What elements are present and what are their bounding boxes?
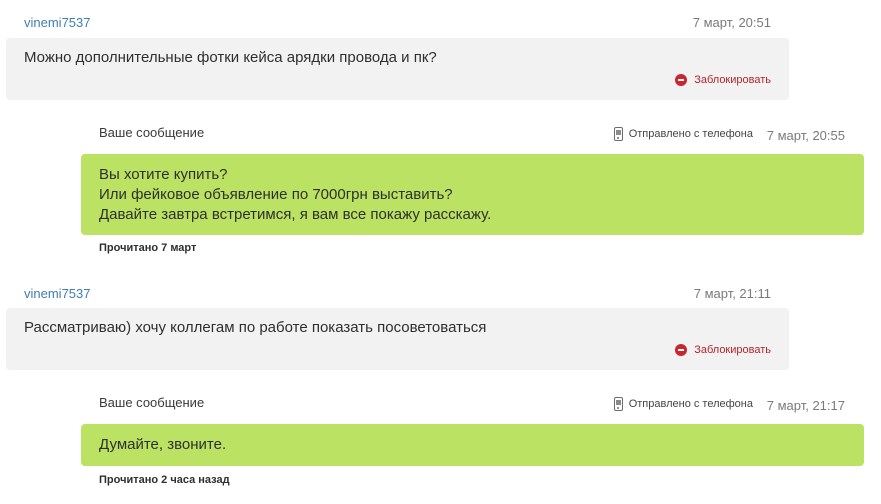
block-label: Заблокировать [694, 74, 771, 86]
message-time: 7 март, 21:17 [766, 398, 845, 413]
message-line: Вы хотите купить? [99, 166, 228, 183]
message-time: 7 март, 21:11 [693, 286, 771, 301]
phone-icon [613, 397, 623, 411]
read-status: Прочитано 7 март [99, 242, 197, 254]
sender-username[interactable]: vinemi7537 [24, 15, 91, 30]
outgoing-message: Думайте, звоните. [81, 424, 864, 466]
message-time: 7 март, 20:55 [766, 128, 845, 143]
outgoing-message: Вы хотите купить? Или фейковое объявлени… [81, 154, 864, 235]
message-text: Вы хотите купить? Или фейковое объявлени… [99, 165, 491, 225]
your-message-label: Ваше сообщение [99, 125, 205, 140]
sent-from-phone: Отправлено с телефона [613, 397, 753, 411]
sent-from-label: Отправлено с телефона [628, 128, 753, 140]
sender-username[interactable]: vinemi7537 [24, 286, 91, 301]
sent-from-phone: Отправлено с телефона [613, 127, 753, 141]
incoming-message: Рассматриваю) хочу коллегам по работе по… [6, 308, 789, 370]
message-line: Думайте, звоните. [99, 436, 227, 453]
message-line: Давайте завтра встретимся, я вам все пок… [99, 206, 492, 223]
message-time: 7 март, 20:51 [692, 15, 771, 30]
chat-thread: vinemi7537 7 март, 20:51 Можно дополните… [0, 0, 881, 504]
incoming-message: Можно дополнительные фотки кейса арядки … [6, 38, 789, 100]
read-status: Прочитано 2 часа назад [99, 474, 230, 486]
message-text: Рассматриваю) хочу коллегам по работе по… [24, 319, 487, 336]
phone-icon [613, 127, 623, 141]
block-user-button[interactable]: Заблокировать [675, 74, 771, 86]
sent-from-label: Отправлено с телефона [628, 398, 753, 410]
block-icon [675, 344, 688, 356]
message-text: Можно дополнительные фотки кейса арядки … [24, 49, 437, 66]
block-label: Заблокировать [694, 344, 771, 356]
block-user-button[interactable]: Заблокировать [675, 344, 771, 356]
message-text: Думайте, звоните. [99, 435, 226, 455]
block-icon [675, 74, 688, 86]
message-line: Или фейковое объявление по 7000грн выста… [99, 186, 453, 203]
your-message-label: Ваше сообщение [99, 395, 205, 410]
